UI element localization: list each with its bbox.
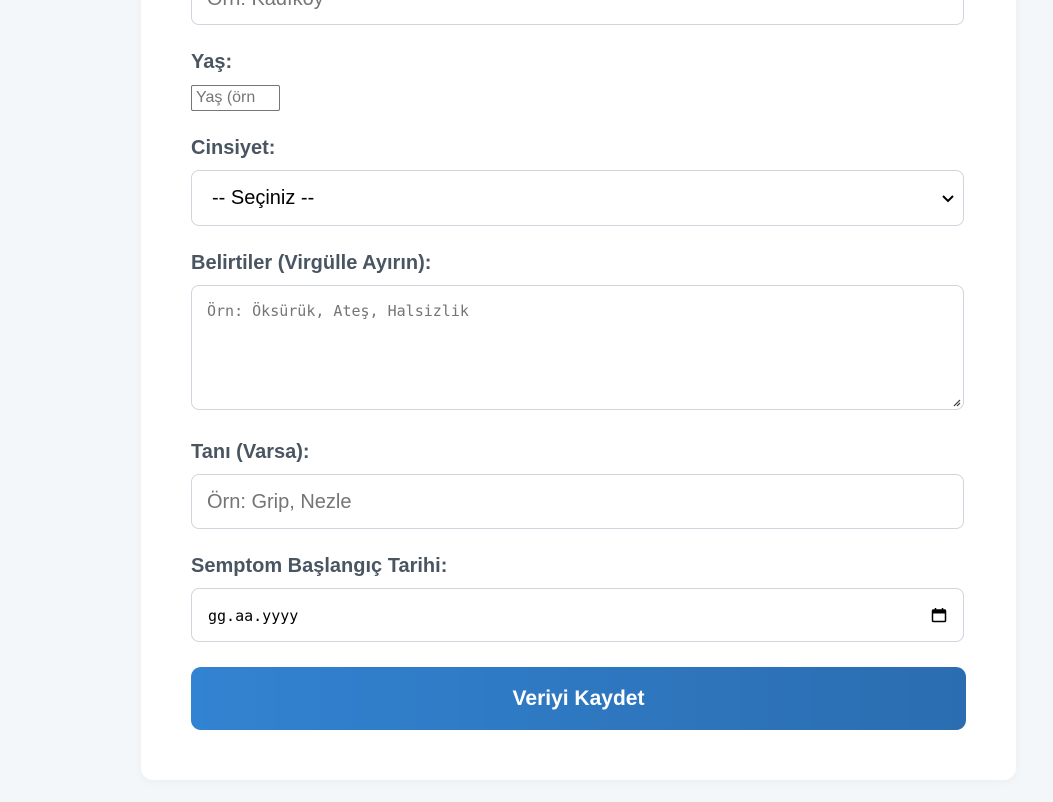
- diagnosis-input[interactable]: Örn: Grip, Nezle: [191, 474, 964, 529]
- symptoms-placeholder: Örn: Öksürük, Ateş, Halsizlik: [207, 302, 469, 320]
- gender-select[interactable]: -- Seçiniz --: [191, 170, 964, 226]
- age-label: Yaş:: [191, 51, 233, 73]
- diagnosis-label: Tanı (Varsa):: [191, 441, 310, 463]
- gender-selected-value: -- Seçiniz --: [212, 187, 315, 209]
- symptoms-textarea[interactable]: Örn: Öksürük, Ateş, Halsizlik: [191, 285, 964, 410]
- district-input[interactable]: Örn: Kadıköy: [191, 0, 964, 25]
- resize-handle-icon[interactable]: [951, 397, 961, 407]
- symptom-date-input[interactable]: gg.aa.yyyy: [191, 588, 964, 642]
- save-data-button[interactable]: Veriyi Kaydet: [191, 667, 966, 730]
- diagnosis-placeholder: Örn: Grip, Nezle: [207, 491, 352, 513]
- symptoms-label: Belirtiler (Virgülle Ayırın):: [191, 252, 432, 274]
- date-label: Semptom Başlangıç Tarihi:: [191, 555, 448, 577]
- district-placeholder: Örn: Kadıköy: [207, 0, 324, 11]
- date-placeholder: gg.aa.yyyy: [208, 607, 299, 625]
- gender-label: Cinsiyet:: [191, 137, 276, 159]
- age-input[interactable]: Yaş (örn: [191, 85, 280, 111]
- chevron-down-icon: [942, 195, 954, 203]
- age-placeholder: Yaş (örn: [196, 89, 256, 106]
- calendar-icon[interactable]: [931, 607, 947, 623]
